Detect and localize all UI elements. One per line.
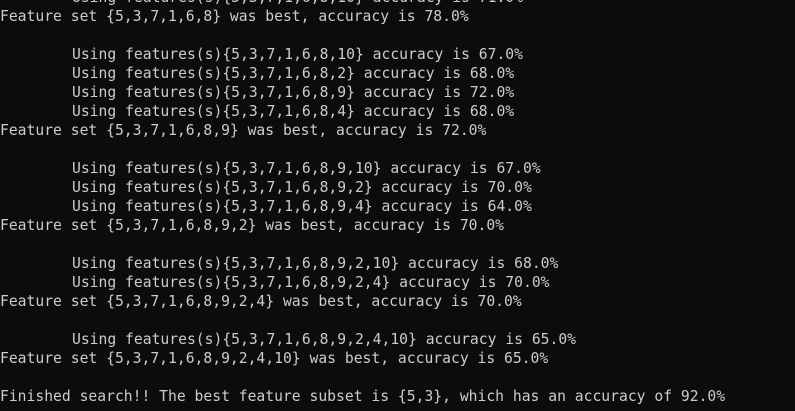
- terminal-line: Using features(s){5,3,7,1,6,8,9,4} accur…: [72, 198, 532, 215]
- terminal-line: Using features(s){5,3,7,1,6,8,2} accurac…: [72, 65, 515, 82]
- terminal-line: Using features(s){5,3,7,1,6,8,9,2,4,10} …: [72, 331, 577, 348]
- terminal-line: Using features(s){5,3,7,1,6,8,9} accurac…: [72, 84, 515, 101]
- terminal-line: Using features(s){5,3,7,1,6,8,9,2} accur…: [72, 179, 532, 196]
- terminal-line: Feature set {5,3,7,1,6,8,9,2,4,10} was b…: [0, 350, 549, 367]
- terminal-line: Feature set {5,3,7,1,6,8,9,2} was best, …: [0, 217, 505, 234]
- terminal-line: Using features(s){5,3,7,1,6,8,4} accurac…: [72, 103, 515, 120]
- terminal-line: Feature set {5,3,7,1,6,8} was best, accu…: [0, 8, 469, 25]
- terminal-line: Using features(s){5,3,7,1,6,8,9,2,10} ac…: [72, 255, 559, 272]
- terminal-line: Finished search!! The best feature subse…: [0, 388, 726, 405]
- terminal-line: Using features(s){5,3,7,1,6,8,10} accura…: [0, 0, 795, 7]
- terminal-output: Using features(s){5,3,7,1,6,8,10} accura…: [0, 0, 795, 411]
- terminal-line: Feature set {5,3,7,1,6,8,9,2,4} was best…: [0, 293, 522, 310]
- terminal-line: Using features(s){5,3,7,1,6,8,9,10} accu…: [72, 160, 541, 177]
- terminal-line: Feature set {5,3,7,1,6,8,9} was best, ac…: [0, 122, 487, 139]
- terminal-line: Using features(s){5,3,7,1,6,8,9,2,4} acc…: [72, 274, 550, 291]
- terminal-line: Using features(s){5,3,7,1,6,8,10} accura…: [72, 46, 523, 63]
